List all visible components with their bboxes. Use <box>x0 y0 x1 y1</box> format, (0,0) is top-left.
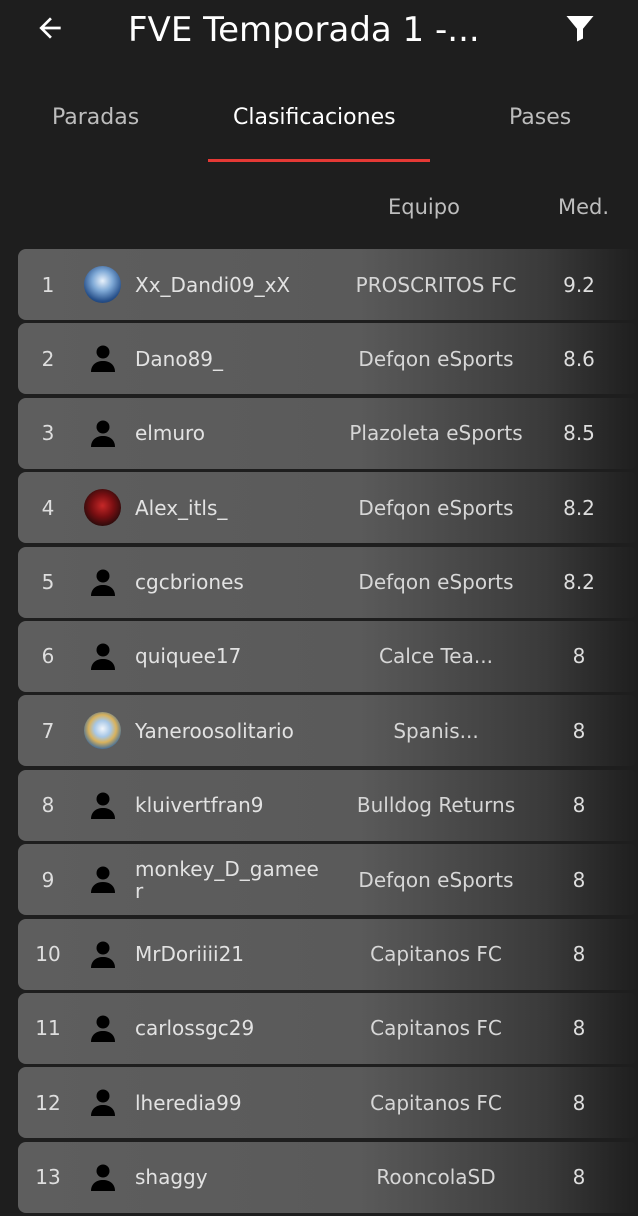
person-icon <box>90 866 116 894</box>
player-name: carlossgc29 <box>135 1016 255 1041</box>
filter-icon <box>566 16 594 42</box>
rank-number: 6 <box>41 644 55 669</box>
player-name: kluivertfran9 <box>135 793 264 818</box>
team-name: Capitanos FC <box>370 1016 502 1041</box>
rank-number: 3 <box>41 421 55 446</box>
ranking-row-12[interactable]: 12 lheredia99 Capitanos FC 8 <box>18 1067 638 1139</box>
average-rating: 8.2 <box>563 495 595 520</box>
team-name: Capitanos FC <box>370 1090 502 1115</box>
tab-clasificaciones[interactable]: Clasificaciones <box>233 105 396 130</box>
player-name: Dano89_ <box>135 346 224 371</box>
average-rating: 8.5 <box>563 421 595 446</box>
column-header-avg[interactable]: Med. <box>558 195 609 219</box>
page-title: FVE Temporada 1 -... <box>128 10 480 50</box>
player-name: elmuro <box>135 421 206 446</box>
ranking-row-7[interactable]: 7 Yaneroosolitario Spanis... 8 <box>18 695 638 767</box>
average-rating: 8 <box>572 644 586 669</box>
player-name: Yaneroosolitario <box>135 718 294 743</box>
rank-number: 1 <box>41 272 55 297</box>
average-rating: 9.2 <box>563 272 595 297</box>
team-name: Defqon eSports <box>358 867 514 892</box>
team-name: Bulldog Returns <box>356 793 516 818</box>
average-rating: 8 <box>572 718 586 743</box>
average-rating: 8.6 <box>563 346 595 371</box>
average-rating: 8 <box>572 942 586 967</box>
ranking-row-2[interactable]: 2 Dano89_ Defqon eSports 8.6 <box>18 323 638 395</box>
person-icon <box>90 345 116 373</box>
team-name: RooncolaSD <box>376 1165 496 1190</box>
player-name: lheredia99 <box>135 1090 242 1115</box>
rank-number: 9 <box>41 867 55 892</box>
tab-indicator <box>208 159 430 162</box>
ranking-list: 1 Xx_Dandi09_xX PROSCRITOS FC 9.2 2 Dano… <box>18 249 638 1216</box>
column-header-team[interactable]: Equipo <box>388 195 460 219</box>
rank-number: 12 <box>35 1090 61 1115</box>
person-icon <box>90 420 116 448</box>
tab-paradas[interactable]: Paradas <box>52 105 139 130</box>
average-rating: 8 <box>572 1016 586 1041</box>
rank-number: 4 <box>41 495 55 520</box>
team-name: Capitanos FC <box>370 942 502 967</box>
app-bar: FVE Temporada 1 -... <box>0 0 638 60</box>
average-rating: 8.2 <box>563 570 595 595</box>
back-button[interactable] <box>30 8 70 48</box>
player-name: MrDoriiii21 <box>135 942 245 967</box>
team-name: Calce Tea... <box>379 644 493 669</box>
team-name: Plazoleta eSports <box>349 421 523 446</box>
average-rating: 8 <box>572 867 586 892</box>
ranking-row-5[interactable]: 5 cgcbriones Defqon eSports 8.2 <box>18 546 638 618</box>
ranking-row-10[interactable]: 10 MrDoriiii21 Capitanos FC 8 <box>18 918 638 990</box>
tab-bar: Paradas Clasificaciones Pases <box>0 95 638 165</box>
player-name: Alex_itls_ <box>135 495 228 520</box>
rank-number: 5 <box>41 570 55 595</box>
rank-number: 10 <box>35 942 61 967</box>
ranking-row-6[interactable]: 6 quiquee17 Calce Tea... 8 <box>18 620 638 692</box>
player-avatar <box>84 712 121 750</box>
tab-pases[interactable]: Pases <box>509 105 571 130</box>
average-rating: 8 <box>572 1090 586 1115</box>
arrow-left-icon <box>39 17 61 39</box>
person-icon <box>90 1015 116 1043</box>
person-icon <box>90 1164 116 1192</box>
team-name: Spanis... <box>393 718 479 743</box>
ranking-row-4[interactable]: 4 Alex_itls_ Defqon eSports 8.2 <box>18 472 638 544</box>
team-name: Defqon eSports <box>358 570 514 595</box>
rank-number: 13 <box>35 1165 61 1190</box>
filter-button[interactable] <box>558 8 602 48</box>
average-rating: 8 <box>572 1165 586 1190</box>
team-name: Defqon eSports <box>358 346 514 371</box>
player-name: Xx_Dandi09_xX <box>135 272 291 297</box>
player-name: shaggy <box>135 1165 208 1190</box>
player-name: cgcbriones <box>135 570 244 595</box>
player-avatar <box>84 266 121 303</box>
player-name: quiquee17 <box>135 644 242 669</box>
person-icon <box>90 1089 116 1117</box>
rank-number: 8 <box>41 793 55 818</box>
person-icon <box>90 792 116 820</box>
team-name: Defqon eSports <box>358 495 514 520</box>
player-avatar <box>84 489 121 527</box>
ranking-row-8[interactable]: 8 kluivertfran9 Bulldog Returns 8 <box>18 769 638 841</box>
ranking-row-1[interactable]: 1 Xx_Dandi09_xX PROSCRITOS FC 9.2 <box>18 249 638 320</box>
person-icon <box>90 941 116 969</box>
ranking-row-3[interactable]: 3 elmuro Plazoleta eSports 8.5 <box>18 397 638 469</box>
ranking-row-13[interactable]: 13 shaggy RooncolaSD 8 <box>18 1141 638 1213</box>
rank-number: 7 <box>41 718 55 743</box>
team-name: PROSCRITOS FC <box>355 272 517 297</box>
rank-number: 11 <box>35 1016 61 1041</box>
person-icon <box>90 643 116 671</box>
ranking-row-11[interactable]: 11 carlossgc29 Capitanos FC 8 <box>18 992 638 1064</box>
ranking-row-9[interactable]: 9 monkey_D_gameer Defqon eSports 8 <box>18 844 638 916</box>
person-icon <box>90 569 116 597</box>
average-rating: 8 <box>572 793 586 818</box>
player-name: monkey_D_gameer <box>135 856 319 903</box>
rank-number: 2 <box>41 346 55 371</box>
